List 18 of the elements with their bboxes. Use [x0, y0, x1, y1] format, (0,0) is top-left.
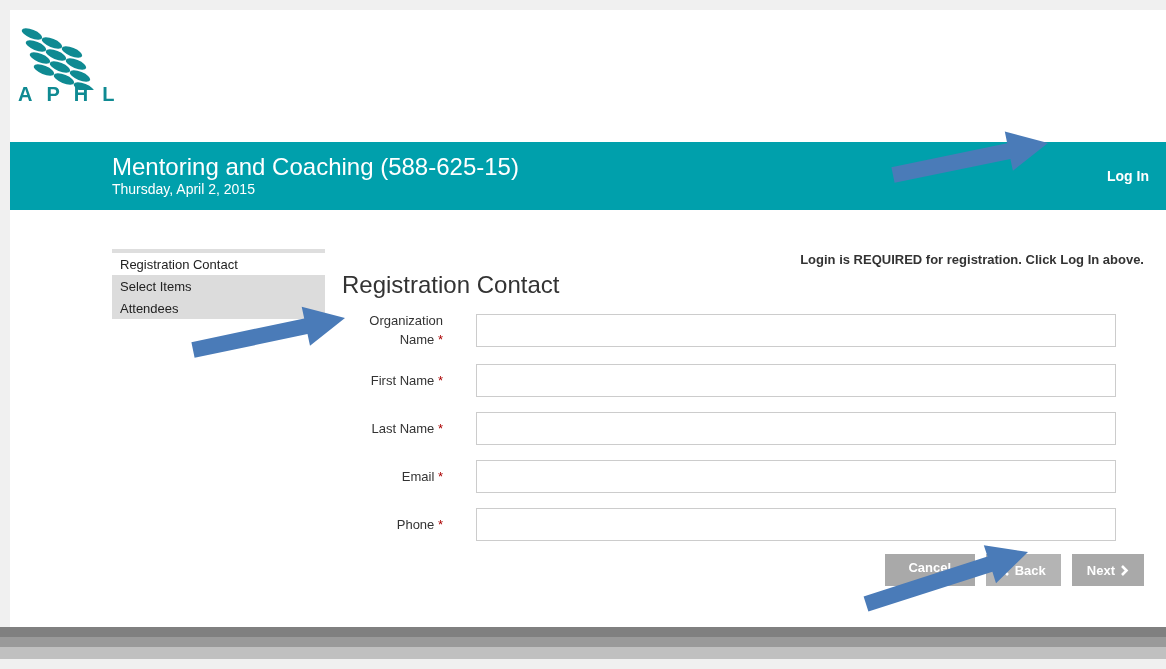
field-label: Organization Name * [368, 312, 443, 349]
logo-text: APHL [18, 84, 129, 104]
event-title: Mentoring and Coaching (588-625-15) [112, 154, 519, 180]
input-field[interactable] [476, 460, 1116, 493]
form-title: Registration Contact [342, 271, 561, 299]
login-notice: Login is REQUIRED for registration. Click Log In above. [799, 252, 1145, 267]
field-label: Email * [400, 468, 443, 486]
event-date: Thursday, April 2, 2015 [112, 180, 256, 198]
input-field[interactable] [476, 313, 1116, 347]
input-field[interactable] [476, 412, 1116, 445]
field-label: Phone * [395, 516, 443, 534]
login-link[interactable]: Log In [1107, 168, 1149, 184]
input-field[interactable] [476, 508, 1116, 541]
sidebar-item[interactable]: Registration Contact [112, 253, 325, 275]
chevron-right-icon [1120, 564, 1129, 576]
field-label: Last Name * [370, 420, 443, 438]
field-label: First Name * [369, 372, 443, 390]
input-field[interactable] [476, 364, 1116, 397]
